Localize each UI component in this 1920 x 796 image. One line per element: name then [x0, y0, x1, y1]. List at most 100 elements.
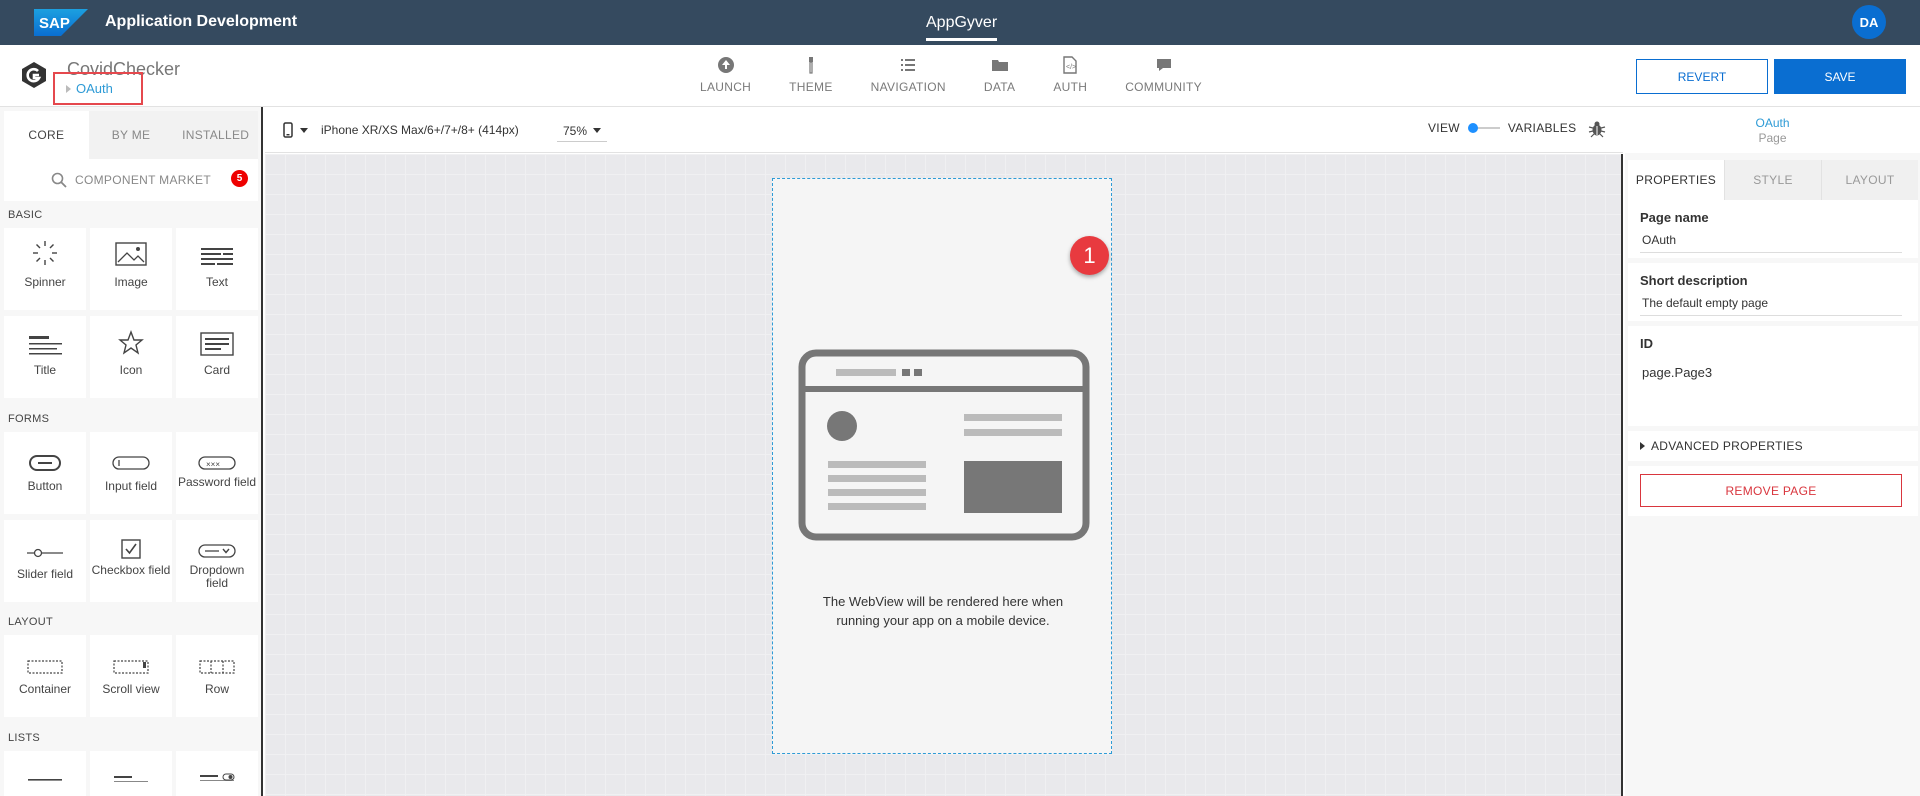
zoom-select[interactable]: 75% — [557, 120, 608, 142]
component-slider-field[interactable]: Slider field — [4, 520, 86, 602]
component-input-field[interactable]: Input field — [90, 432, 172, 514]
avatar[interactable]: DA — [1852, 5, 1886, 39]
tab-by-me[interactable]: BY ME — [89, 111, 174, 159]
canvas-area[interactable]: 1 The WebView will be rendered here when… — [265, 154, 1623, 796]
component-row[interactable]: Row — [176, 635, 258, 717]
input-field-icon — [106, 432, 156, 472]
search-icon — [51, 172, 67, 188]
chevron-down-icon — [593, 128, 602, 133]
selected-element-type: Page — [1758, 130, 1787, 145]
revert-button[interactable]: REVERT — [1636, 59, 1768, 94]
advanced-properties-toggle[interactable]: ADVANCED PROPERTIES — [1628, 431, 1918, 461]
short-description-input[interactable]: The default empty page — [1640, 296, 1902, 316]
section-lists: LISTS — [8, 732, 41, 744]
tab-style[interactable]: STYLE — [1724, 160, 1821, 200]
component-button[interactable]: Button — [4, 432, 86, 514]
webview-message-line2: running your app on a mobile device. — [836, 613, 1050, 628]
nav-auth[interactable]: </> AUTH — [1053, 56, 1087, 102]
webview-message-line1: The WebView will be rendered here when — [822, 594, 1064, 609]
nav-launch[interactable]: LAUNCH — [700, 56, 751, 102]
component-container[interactable]: Container — [4, 635, 86, 717]
container-icon — [20, 635, 70, 675]
image-icon — [106, 228, 156, 268]
component-spinner[interactable]: Spinner — [4, 228, 86, 310]
scroll-view-icon — [106, 635, 156, 675]
device-selector[interactable]: iPhone XR/XS Max/6+/7+/8+ (414px) — [283, 122, 519, 138]
component-label: Password field — [177, 475, 257, 489]
component-password-field[interactable]: ××× Password field — [176, 432, 258, 514]
component-card[interactable]: Card — [176, 316, 258, 398]
tab-installed[interactable]: INSTALLED — [173, 111, 258, 159]
component-market-label: COMPONENT MARKET — [75, 173, 211, 187]
shell-product-label: AppGyver — [926, 13, 998, 31]
top-navigation: LAUNCH THEME NAVIGATION DATA </> AUTH CO… — [700, 56, 1240, 102]
chevron-down-icon — [300, 127, 308, 133]
tab-layout[interactable]: LAYOUT — [1821, 160, 1918, 200]
section-layout: LAYOUT — [8, 616, 53, 628]
checkbox-icon — [106, 520, 156, 560]
component-title[interactable]: Title — [4, 316, 86, 398]
page-name-card: Page name OAuth — [1628, 200, 1918, 258]
view-label: VIEW — [1428, 121, 1460, 135]
properties-panel: OAuth Page PROPERTIES STYLE LAYOUT Page … — [1625, 107, 1920, 796]
page-name-input[interactable]: OAuth — [1640, 233, 1902, 253]
nav-navigation-label: NAVIGATION — [870, 80, 946, 94]
component-label: Input field — [104, 479, 158, 493]
nav-community[interactable]: COMMUNITY — [1125, 56, 1202, 102]
properties-tabs: PROPERTIES STYLE LAYOUT — [1628, 160, 1918, 200]
save-button[interactable]: SAVE — [1774, 59, 1906, 94]
view-variables-switch[interactable] — [1467, 121, 1500, 135]
component-label: Image — [114, 275, 148, 289]
appgyver-logo-icon[interactable] — [20, 61, 48, 89]
component-label: Slider field — [16, 567, 74, 581]
nav-data[interactable]: DATA — [984, 56, 1015, 102]
component-checkbox-field[interactable]: Checkbox field — [90, 520, 172, 602]
component-label: Card — [203, 363, 230, 377]
id-value: page.Page3 — [1642, 365, 1713, 380]
webview-message: The WebView will be rendered here when r… — [803, 592, 1083, 630]
component-list-item[interactable] — [4, 751, 86, 796]
component-label: Dropdown field — [189, 563, 245, 590]
component-library-panel: CORE BY ME INSTALLED COMPONENT MARKET 5 … — [0, 107, 263, 796]
component-label: Button — [27, 479, 63, 493]
list-item-subtitle-icon — [106, 751, 156, 783]
component-market-button[interactable]: COMPONENT MARKET 5 — [4, 159, 258, 201]
theme-icon — [808, 57, 813, 74]
debug-bug-icon[interactable] — [1587, 119, 1607, 139]
tab-properties[interactable]: PROPERTIES — [1628, 160, 1724, 200]
active-underline — [926, 38, 998, 41]
nav-navigation[interactable]: NAVIGATION — [871, 56, 946, 102]
breadcrumb-highlight-annotation — [53, 72, 143, 105]
component-label: Icon — [119, 363, 143, 377]
nav-theme[interactable]: THEME — [789, 56, 833, 102]
component-label: Row — [204, 682, 229, 696]
component-icon[interactable]: Icon — [90, 316, 172, 398]
tab-core[interactable]: CORE — [4, 111, 89, 159]
star-icon — [106, 316, 156, 356]
launch-icon — [717, 57, 734, 73]
text-icon — [192, 228, 242, 268]
password-field-icon: ××× — [192, 432, 242, 472]
shell-title: Application Development — [105, 13, 298, 30]
dropdown-icon — [192, 520, 242, 560]
remove-page-button[interactable]: REMOVE PAGE — [1640, 474, 1902, 507]
shell-bar: SAP Application Development AppGyver DA — [0, 0, 1920, 45]
component-label: Title — [33, 363, 57, 377]
sap-logo[interactable]: SAP — [34, 9, 88, 36]
component-image[interactable]: Image — [90, 228, 172, 310]
component-scroll-view[interactable]: Scroll view — [90, 635, 172, 717]
component-dropdown-field[interactable]: Dropdown field — [176, 520, 258, 602]
short-description-card: Short description The default empty page — [1628, 263, 1918, 321]
selected-element-name[interactable]: OAuth — [1755, 116, 1789, 130]
nav-theme-label: THEME — [789, 80, 833, 94]
page-canvas[interactable]: 1 The WebView will be rendered here when… — [772, 178, 1112, 754]
component-list-item-toggle[interactable] — [176, 751, 258, 796]
list-item-toggle-icon — [192, 751, 242, 783]
component-text[interactable]: Text — [176, 228, 258, 310]
svg-text:</>: </> — [1066, 64, 1076, 71]
shell-product-tab[interactable]: AppGyver — [926, 0, 998, 45]
component-label: Text — [205, 275, 228, 289]
market-count-badge: 5 — [231, 170, 248, 187]
remove-page-card: REMOVE PAGE — [1628, 466, 1918, 516]
component-list-item-subtitle[interactable] — [90, 751, 172, 796]
